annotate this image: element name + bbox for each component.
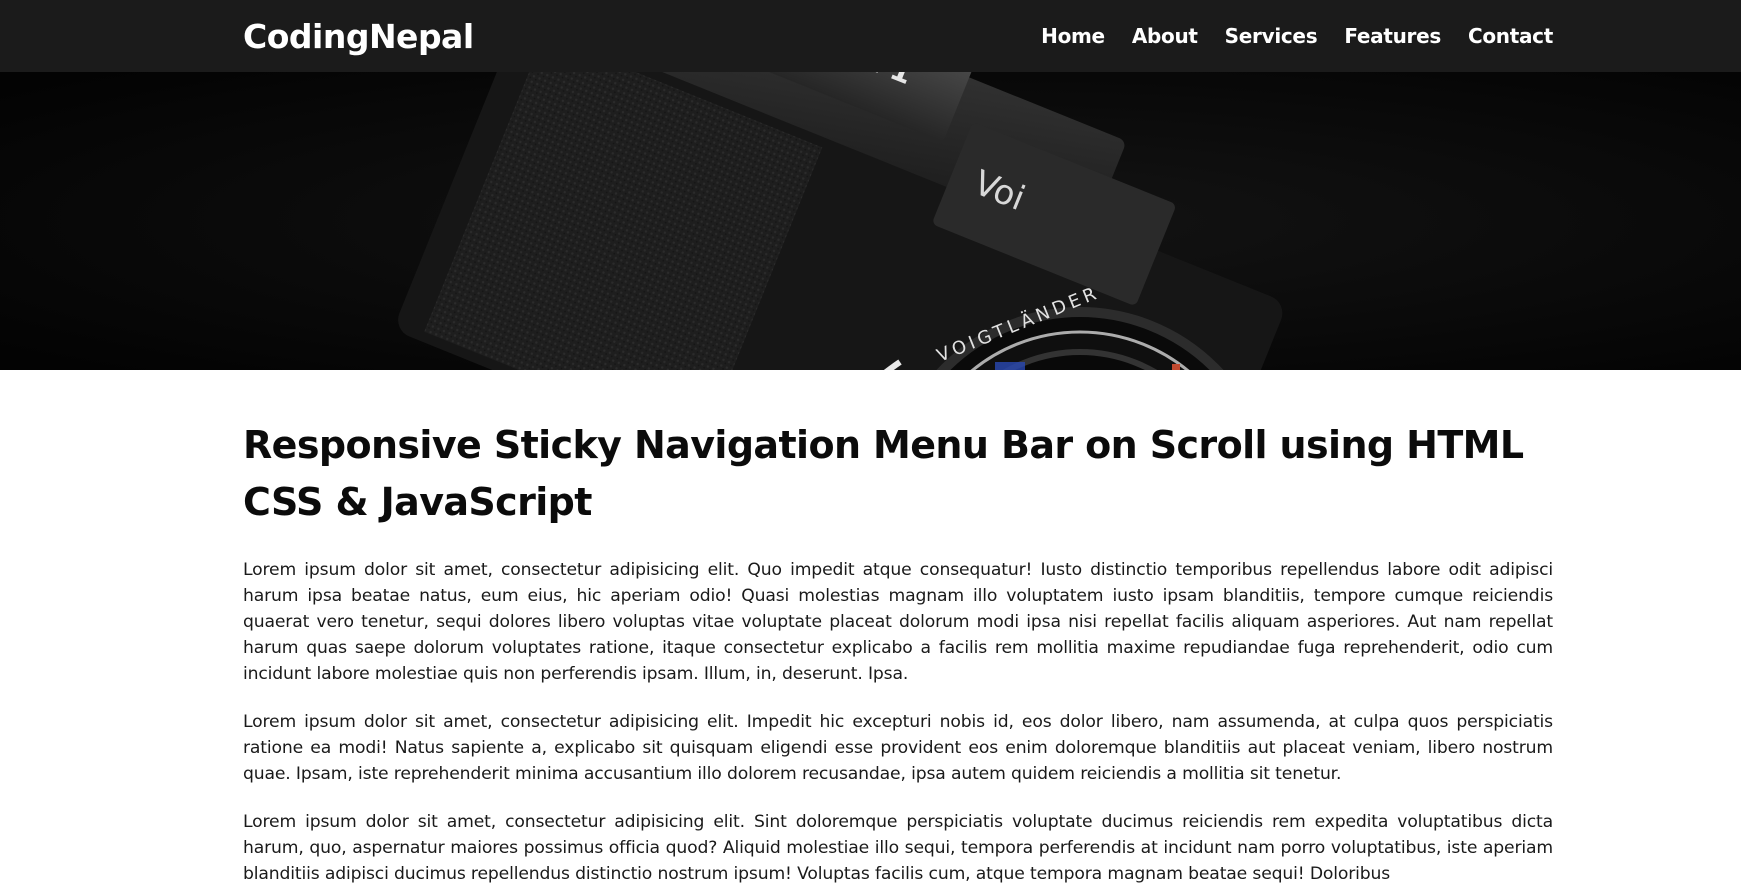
paragraph-1: Lorem ipsum dolor sit amet, consectetur … (243, 560, 1553, 684)
nav-item-services: Services (1225, 24, 1318, 48)
hero-camera-image: VSL 1 Voi VOIGTLÄNDER (0, 72, 1741, 370)
nav-item-home: Home (1041, 24, 1105, 48)
nav-menu: Home About Services Features Contact (1014, 24, 1553, 48)
main-content: Responsive Sticky Navigation Menu Bar on… (243, 370, 1553, 887)
nav-link-features[interactable]: Features (1344, 24, 1441, 48)
hero-banner: VSL 1 Voi VOIGTLÄNDER (0, 72, 1741, 370)
nav-link-home[interactable]: Home (1041, 24, 1105, 48)
site-logo[interactable]: CodingNepal (243, 17, 474, 56)
page-title: Responsive Sticky Navigation Menu Bar on… (243, 423, 1524, 524)
navbar-content: CodingNepal Home About Services Features… (243, 0, 1553, 72)
nav-link-contact[interactable]: Contact (1468, 24, 1553, 48)
paragraph-3: Lorem ipsum dolor sit amet, consectetur … (243, 812, 1553, 884)
paragraph-2: Lorem ipsum dolor sit amet, consectetur … (243, 712, 1553, 784)
nav-item-contact: Contact (1468, 24, 1553, 48)
navbar: CodingNepal Home About Services Features… (0, 0, 1741, 72)
nav-item-about: About (1132, 24, 1198, 48)
nav-item-features: Features (1344, 24, 1441, 48)
nav-link-services[interactable]: Services (1225, 24, 1318, 48)
nav-link-about[interactable]: About (1132, 24, 1198, 48)
